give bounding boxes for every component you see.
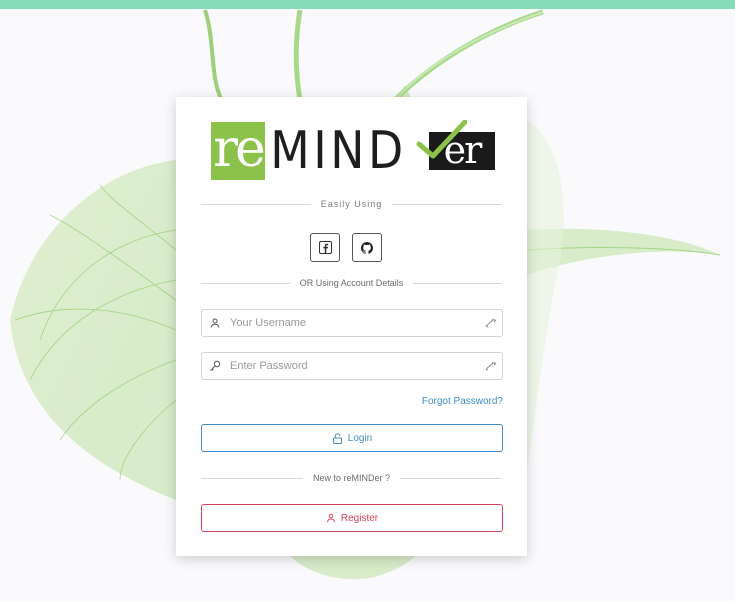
user-icon [326, 513, 335, 523]
register-heading: New to reMINDer ? [312, 473, 391, 483]
register-divider: New to reMINDer ? [201, 471, 502, 485]
logo-mind: MIND [270, 121, 407, 181]
github-icon [361, 241, 373, 254]
account-divider: OR Using Account Details [201, 276, 503, 290]
github-login-button[interactable] [352, 233, 382, 262]
username-input[interactable] [230, 310, 470, 336]
register-button-label: Register [340, 512, 379, 524]
login-button[interactable]: Login [201, 424, 503, 452]
password-field[interactable] [201, 352, 503, 380]
social-heading: Easily Using [320, 199, 383, 209]
facebook-login-button[interactable] [310, 233, 340, 262]
facebook-icon [318, 241, 332, 254]
login-card: re MIND er Easily Using OR Using Account… [176, 97, 527, 556]
password-manager-key-icon[interactable] [485, 318, 497, 328]
login-button-label: Login [347, 432, 373, 444]
username-field[interactable] [201, 309, 503, 337]
account-heading: OR Using Account Details [299, 278, 404, 288]
unlock-icon [332, 432, 342, 444]
register-button[interactable]: Register [201, 504, 503, 532]
social-divider: Easily Using [201, 197, 502, 211]
password-manager-key-icon[interactable] [485, 361, 497, 371]
logo-re: re [211, 122, 266, 180]
checkmark-icon [416, 120, 467, 159]
password-input[interactable] [230, 353, 470, 379]
key-icon [210, 360, 221, 371]
forgot-password-link[interactable]: Forgot Password? [422, 396, 503, 407]
app-logo: re MIND er [211, 120, 495, 181]
user-icon [210, 318, 220, 328]
